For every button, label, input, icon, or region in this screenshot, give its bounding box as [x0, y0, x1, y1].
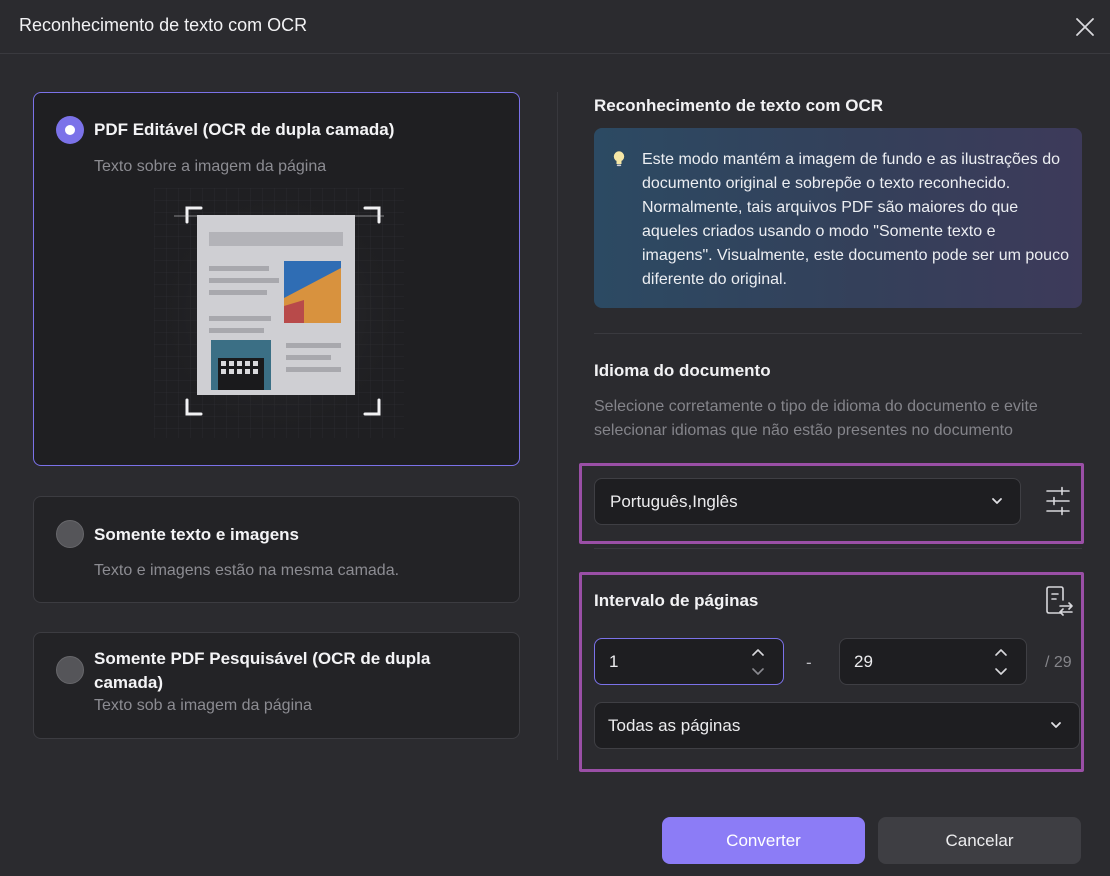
option-description: Texto e imagens estão na mesma camada.: [94, 562, 400, 579]
section-divider: [594, 548, 1082, 549]
page-to-field[interactable]: [854, 650, 974, 674]
language-section-title: Idioma do documento: [594, 361, 771, 380]
option-searchable-pdf[interactable]: Somente PDF Pesquisável (OCR de dupla ca…: [33, 632, 520, 739]
editable-pdf-illustration: [154, 188, 404, 438]
dialog-titlebar: Reconhecimento de texto com OCR: [0, 0, 1110, 54]
document-swap-icon: [1046, 586, 1073, 616]
ocr-info-text: Este modo mantém a imagem de fundo e as …: [642, 151, 1069, 288]
page-from-input[interactable]: [594, 638, 784, 685]
radio-searchable-pdf[interactable]: [56, 656, 84, 684]
language-helper-text: Selecione corretamente o tipo de idioma …: [594, 398, 1038, 439]
chevron-down-icon: [1051, 722, 1061, 728]
page-total: / 29: [1045, 654, 1072, 671]
option-description: Texto sob a imagem da página: [94, 697, 312, 714]
section-divider: [594, 333, 1082, 334]
language-select-value: Português,Inglês: [610, 492, 738, 511]
language-select[interactable]: Português,Inglês: [594, 478, 1021, 525]
close-icon: [1076, 18, 1094, 36]
chevron-down-icon: [992, 498, 1002, 504]
stepper-icon[interactable]: [751, 647, 765, 677]
option-editable-pdf[interactable]: PDF Editável (OCR de dupla camada) Texto…: [33, 92, 520, 466]
option-title: Somente PDF Pesquisável (OCR de dupla ca…: [94, 649, 431, 692]
option-title: Somente texto e imagens: [94, 525, 300, 544]
convert-button[interactable]: Converter: [662, 817, 865, 864]
option-description: Texto sobre a imagem da página: [94, 158, 327, 175]
lightbulb-icon: [613, 151, 625, 167]
radio-editable-pdf[interactable]: [56, 116, 84, 144]
dialog-title: Reconhecimento de texto com OCR: [19, 15, 308, 35]
close-button[interactable]: [1070, 12, 1100, 42]
stepper-icon[interactable]: [994, 647, 1008, 677]
page-range-mode-value: Todas as páginas: [608, 716, 741, 735]
option-title: PDF Editável (OCR de dupla camada): [94, 120, 395, 139]
option-text-and-images[interactable]: Somente texto e imagens Texto e imagens …: [33, 496, 520, 603]
language-settings-button[interactable]: [1042, 484, 1074, 518]
page-to-input[interactable]: [839, 638, 1027, 685]
range-separator: -: [806, 653, 812, 672]
page-range-swap-button[interactable]: [1042, 583, 1076, 617]
ocr-info-box: Este modo mantém a imagem de fundo e as …: [594, 128, 1082, 308]
page-range-mode-select[interactable]: Todas as páginas: [594, 702, 1080, 749]
radio-text-and-images[interactable]: [56, 520, 84, 548]
page-range-title: Intervalo de páginas: [594, 591, 759, 610]
cancel-button[interactable]: Cancelar: [878, 817, 1081, 864]
sliders-icon: [1046, 486, 1070, 516]
ocr-section-title: Reconhecimento de texto com OCR: [594, 96, 884, 115]
page-from-field[interactable]: [609, 650, 729, 674]
vertical-divider: [557, 92, 558, 760]
